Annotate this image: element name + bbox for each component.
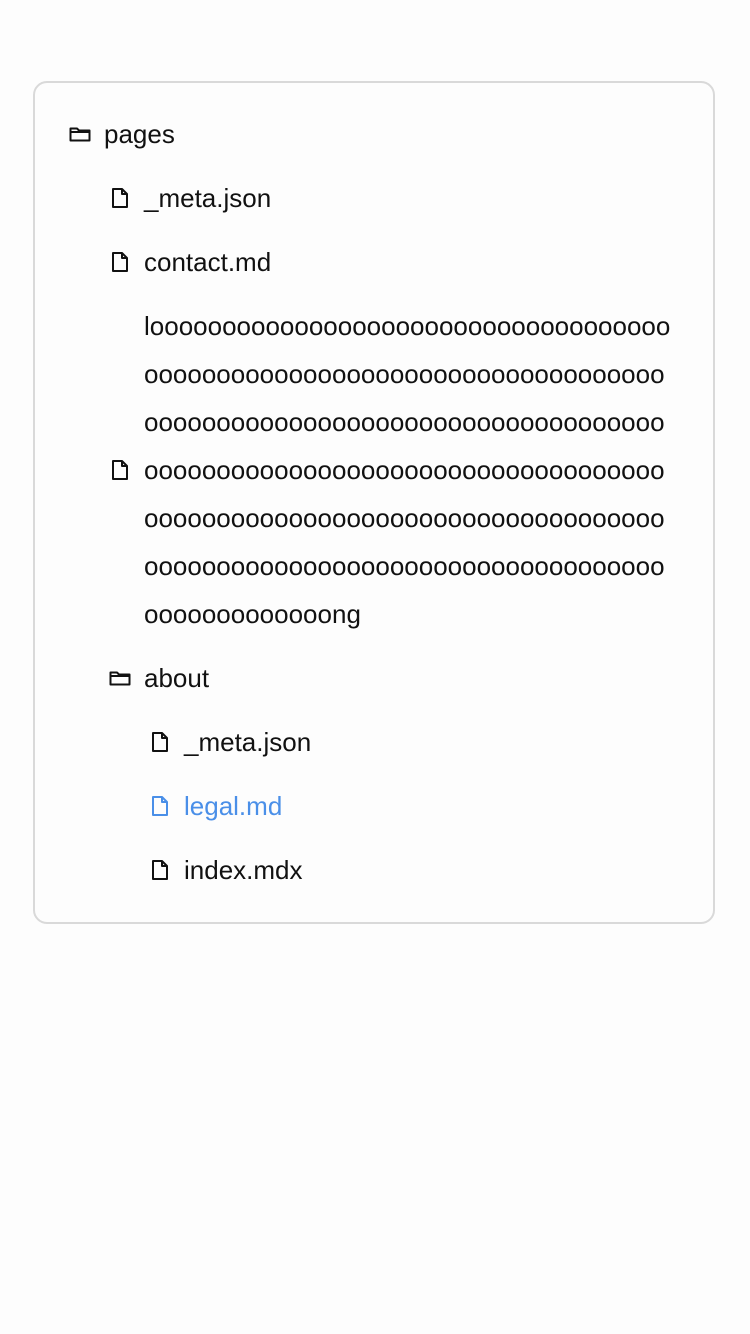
file-icon <box>108 186 132 210</box>
file-icon <box>148 730 172 754</box>
file-icon <box>108 458 132 482</box>
folder-icon <box>68 122 92 146</box>
file-index-mdx[interactable]: index.mdx <box>35 838 713 902</box>
file-label: _meta.json <box>144 183 272 213</box>
file-label: _meta.json <box>184 727 312 757</box>
folder-about[interactable]: about <box>35 646 713 710</box>
file-icon <box>108 250 132 274</box>
file-icon <box>148 858 172 882</box>
folder-label: about <box>144 663 210 693</box>
file-meta-json[interactable]: _meta.json <box>35 166 713 230</box>
file-icon <box>148 794 172 818</box>
file-tree: pages _meta.json contact.md looooooooooo… <box>33 81 715 924</box>
file-label: legal.md <box>184 791 283 821</box>
file-label: index.mdx <box>184 855 303 885</box>
folder-pages[interactable]: pages <box>35 102 713 166</box>
file-label: looooooooooooooooooooooooooooooooooooooo… <box>144 311 671 629</box>
file-long-name[interactable]: looooooooooooooooooooooooooooooooooooooo… <box>35 294 713 646</box>
file-legal-md[interactable]: legal.md <box>35 774 713 838</box>
folder-icon <box>108 666 132 690</box>
file-contact-md[interactable]: contact.md <box>35 230 713 294</box>
file-about-meta-json[interactable]: _meta.json <box>35 710 713 774</box>
folder-label: pages <box>104 119 175 149</box>
file-label: contact.md <box>144 247 272 277</box>
